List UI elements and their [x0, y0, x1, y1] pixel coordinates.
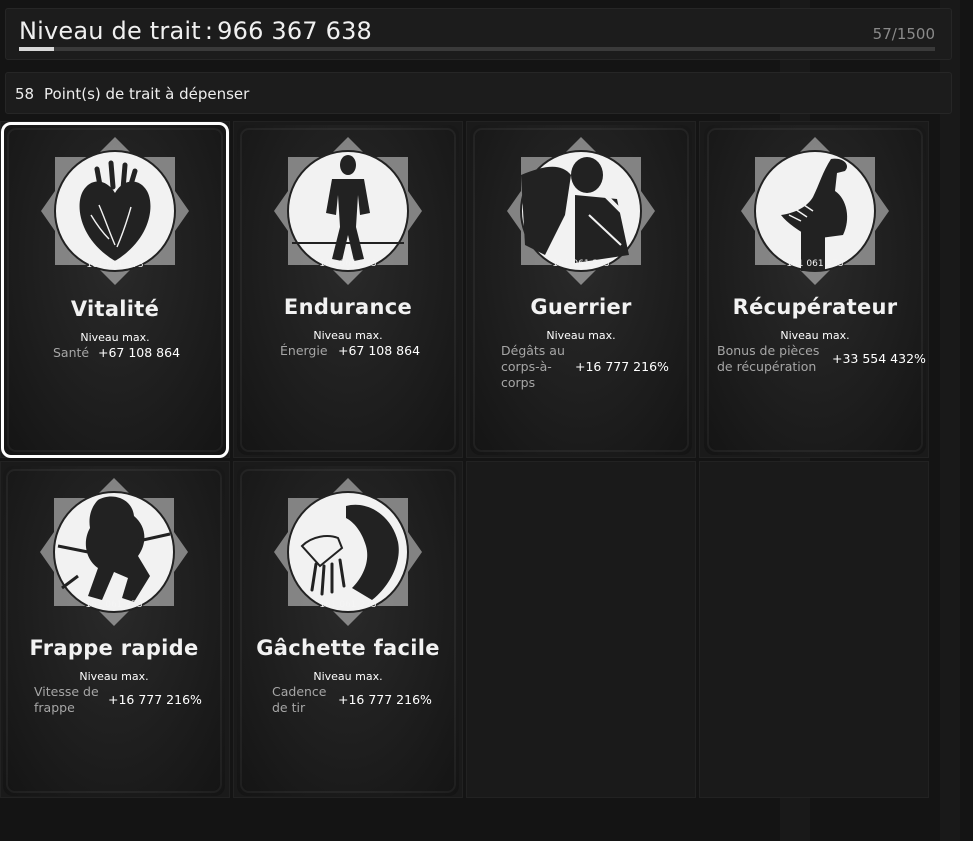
- trait-progress-text: 57/1500: [872, 25, 935, 43]
- trait-progress-fill: [19, 47, 54, 51]
- stat-name: Bonus de pièces de récupération: [717, 343, 820, 374]
- card-level: Niveau max.: [79, 670, 149, 683]
- card-title: Endurance: [283, 295, 413, 319]
- emblem-number: 161 061 273: [786, 259, 844, 269]
- stat-name: Cadence de tir: [272, 684, 327, 715]
- stat-value: +33 554 432%: [832, 351, 926, 366]
- emblem-number: 161 061 273: [319, 259, 377, 269]
- card-title: Vitalité: [70, 297, 160, 321]
- emblem-number: 161 061 273: [319, 600, 377, 610]
- trait-level-title: Niveau de trait:966 367 638: [19, 17, 372, 45]
- stat-name: Santé: [53, 345, 90, 360]
- stat-value: +16 777 216%: [575, 359, 669, 374]
- card-level: Niveau max.: [546, 329, 616, 342]
- trait-card-vitalite[interactable]: 161 061 273 Vitalité Niveau max. Santé +…: [1, 122, 229, 458]
- trait-level-separator: :: [204, 17, 214, 45]
- trait-card-guerrier[interactable]: 161 061 273 Guerrier Niveau max. Dégâts …: [470, 125, 692, 455]
- stat-value: +67 108 864: [338, 343, 421, 358]
- card-title: Frappe rapide: [29, 636, 199, 660]
- card-title: Gâchette facile: [256, 636, 440, 660]
- emblem-number: 161 061 273: [552, 259, 610, 269]
- trait-card-recuperateur[interactable]: 161 061 273 Récupérateur Niveau max. Bon…: [704, 125, 926, 455]
- trait-level-value: 966 367 638: [217, 17, 373, 45]
- card-level: Niveau max.: [313, 329, 383, 342]
- stat-value: +16 777 216%: [108, 692, 202, 707]
- trait-points-label: Point(s) de trait à dépenser: [44, 85, 250, 103]
- stat-value: +67 108 864: [98, 345, 181, 360]
- card-level: Niveau max.: [780, 329, 850, 342]
- emblem-number: 161 061 273: [86, 260, 144, 270]
- stat-value: +16 777 216%: [338, 692, 432, 707]
- trait-card-frappe-rapide[interactable]: 161 061 273 Frappe rapide Niveau max. Vi…: [3, 466, 225, 796]
- stat-name: Vitesse de frappe: [34, 684, 99, 715]
- emblem-number: 161 061 273: [85, 600, 143, 610]
- trait-points-bar: 58 Point(s) de trait à dépenser: [5, 72, 952, 114]
- card-level: Niveau max.: [80, 331, 150, 344]
- stat-name: Énergie: [280, 343, 328, 358]
- trait-level-header: Niveau de trait:966 367 638 57/1500: [5, 8, 952, 60]
- stat-name: Dégâts au corps-à-corps: [501, 343, 565, 390]
- trait-level-label: Niveau de trait: [19, 17, 201, 45]
- trait-points-count: 58: [15, 85, 35, 103]
- grid-cell-empty: [466, 461, 696, 798]
- card-title: Guerrier: [530, 295, 632, 319]
- trait-card-endurance[interactable]: 161 061 273 Endurance Niveau max. Énergi…: [237, 125, 459, 455]
- trait-card-gachette-facile[interactable]: 161 061 273 Gâchette facile Niveau max. …: [237, 466, 459, 796]
- card-level: Niveau max.: [313, 670, 383, 683]
- background-texture: [940, 0, 960, 841]
- grid-cell-empty: [699, 461, 929, 798]
- trait-progress-bar: [19, 47, 935, 51]
- card-title: Récupérateur: [732, 295, 898, 319]
